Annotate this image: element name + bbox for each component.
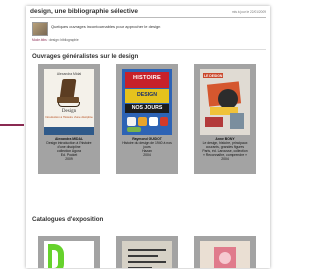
book-card[interactable]: LE DESIGN Anne BONY Le design, histoire,… bbox=[194, 64, 256, 174]
object-icon bbox=[127, 127, 141, 132]
breadcrumb-home-link[interactable]: Mode.bibs bbox=[32, 38, 47, 42]
cover-band bbox=[44, 127, 94, 135]
accent-line bbox=[0, 124, 24, 126]
book-caption: Anne BONY Le design, histoire, principau… bbox=[195, 137, 255, 162]
breadcrumb: Mode.bibs : design: bibliographie bbox=[32, 38, 79, 42]
catalogue-cover[interactable] bbox=[122, 241, 172, 268]
book-caption: Raymond GUIDOT Histoire du design de 194… bbox=[117, 137, 177, 157]
book-cover[interactable]: Alexandra Midal Design Introduction à l'… bbox=[44, 69, 94, 135]
book-line: 2004 bbox=[143, 153, 151, 158]
book-line: 2009 bbox=[65, 157, 73, 162]
divider bbox=[30, 49, 266, 50]
chair-image bbox=[59, 79, 77, 99]
object-icon bbox=[149, 117, 158, 126]
intro-text: Quelques ouvrages incontournables pour a… bbox=[51, 24, 161, 29]
cover-title: NOS JOURS bbox=[131, 105, 163, 111]
cover-subtitle: Introduction à l'histoire d'une discipli… bbox=[45, 115, 93, 119]
section-title-catalogues: Catalogues d'exposition bbox=[32, 216, 104, 223]
breadcrumb-current: design: bibliographie bbox=[49, 38, 79, 42]
section-title-general: Ouvrages généralistes sur le design bbox=[32, 53, 139, 60]
book-cover[interactable]: LE DESIGN bbox=[200, 69, 250, 135]
book-cover[interactable]: HISTOIRE DESIGN NOS JOURS bbox=[122, 69, 172, 135]
book-card[interactable]: Alexandra Midal Design Introduction à l'… bbox=[38, 64, 100, 174]
cover-title: LE DESIGN bbox=[204, 73, 223, 78]
site-title[interactable]: design, une bibliographie sélective bbox=[30, 8, 138, 15]
object-icon bbox=[138, 117, 147, 126]
cover-author: Alexandra Midal bbox=[56, 72, 82, 76]
object-icon bbox=[160, 117, 168, 126]
updated-date: mis à jour le 22/01/2009 bbox=[231, 10, 266, 14]
catalogue-card[interactable] bbox=[116, 236, 178, 268]
book-card[interactable]: HISTOIRE DESIGN NOS JOURS Raymond GUIDOT… bbox=[116, 64, 178, 174]
catalogue-cover[interactable] bbox=[44, 241, 94, 268]
cover-title: Design bbox=[61, 109, 77, 114]
book-line: 2004 bbox=[221, 157, 229, 162]
cover-title: DESIGN bbox=[137, 92, 157, 98]
object-icon bbox=[127, 117, 136, 126]
catalogue-card[interactable] bbox=[194, 236, 256, 268]
cover-title: HISTOIRE bbox=[133, 75, 161, 81]
site-header: design, une bibliographie sélective mis … bbox=[30, 8, 266, 18]
page-sheet: design, une bibliographie sélective mis … bbox=[26, 6, 270, 268]
book-caption: Alexandra MIDAL Design introduction à l'… bbox=[39, 137, 99, 162]
intro-thumbnail bbox=[32, 22, 48, 36]
catalogue-card[interactable] bbox=[38, 236, 100, 268]
intro-block: Quelques ouvrages incontournables pour a… bbox=[30, 20, 266, 46]
catalogue-cover[interactable] bbox=[200, 241, 250, 268]
